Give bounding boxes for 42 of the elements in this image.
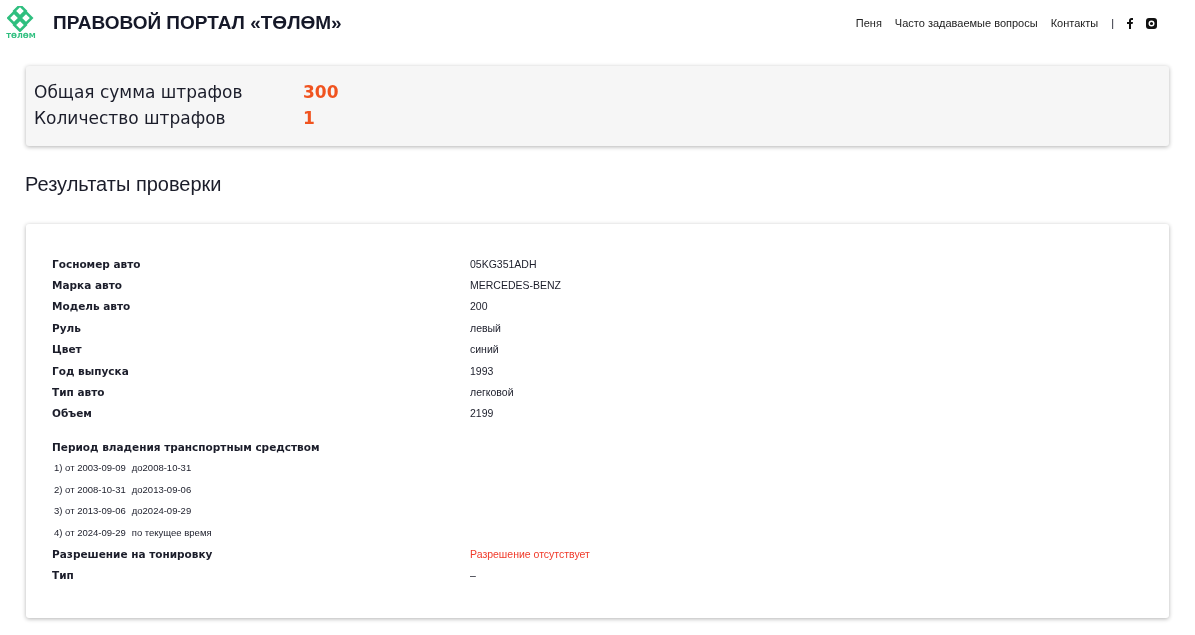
field-label: Год выпуска bbox=[52, 364, 130, 377]
field-label: Модель авто bbox=[52, 300, 132, 313]
field-label: Разрешение на тонировку bbox=[52, 547, 214, 560]
field-value: 200 bbox=[470, 300, 488, 313]
period-end: по текущее время bbox=[131, 526, 212, 538]
field-value: Разрешение отсутствует bbox=[470, 547, 590, 560]
period-end: до2013-09-06 bbox=[131, 483, 192, 495]
period-start: 4) от 2024-09-29 bbox=[54, 526, 126, 538]
field-value: 1993 bbox=[470, 364, 494, 377]
ownership-title: Период владения транспортным средством bbox=[52, 439, 321, 455]
field-value: легковой bbox=[470, 386, 514, 399]
summary-label: Количество штрафов bbox=[34, 108, 227, 128]
facebook-icon[interactable] bbox=[1127, 17, 1133, 29]
nav-link[interactable]: Часто задаваемые вопросы bbox=[894, 17, 1038, 29]
field-label: Цвет bbox=[52, 343, 83, 356]
period-start: 1) от 2003-09-09 bbox=[54, 462, 126, 474]
field-value: синий bbox=[470, 343, 499, 356]
instagram-icon[interactable] bbox=[1146, 17, 1157, 29]
field-label: Объем bbox=[52, 407, 93, 420]
field-value: MERCEDES-BENZ bbox=[470, 279, 561, 292]
field-label: Тип авто bbox=[52, 386, 106, 399]
nav-link[interactable]: Контакты bbox=[1050, 17, 1099, 29]
summary-label: Общая сумма штрафов bbox=[34, 82, 244, 102]
period-start: 2) от 2008-10-31 bbox=[54, 483, 126, 495]
period-start: 3) от 2013-09-06 bbox=[54, 505, 126, 517]
field-label: Тип bbox=[52, 569, 75, 582]
summary-value: 300 bbox=[303, 82, 339, 102]
logo-icon bbox=[7, 6, 35, 32]
field-value: 05KG351ADH bbox=[470, 257, 537, 270]
field-label: Руль bbox=[52, 321, 82, 334]
nav-separator: | bbox=[1111, 17, 1114, 29]
field-value: 2199 bbox=[470, 407, 494, 420]
field-value: левый bbox=[470, 321, 501, 334]
nav-link[interactable]: Пеня bbox=[855, 17, 882, 29]
field-value: – bbox=[470, 569, 476, 582]
period-end: до2008-10-31 bbox=[131, 462, 192, 474]
period-end: до2024-09-29 bbox=[131, 505, 192, 517]
summary-value: 1 bbox=[303, 108, 315, 128]
portal-title: ПРАВОВОЙ ПОРТАЛ «ТӨЛӨМ» bbox=[53, 12, 342, 34]
section-heading: Результаты проверки bbox=[25, 173, 223, 196]
field-label: Госномер авто bbox=[52, 257, 142, 270]
field-label: Марка авто bbox=[52, 279, 123, 292]
